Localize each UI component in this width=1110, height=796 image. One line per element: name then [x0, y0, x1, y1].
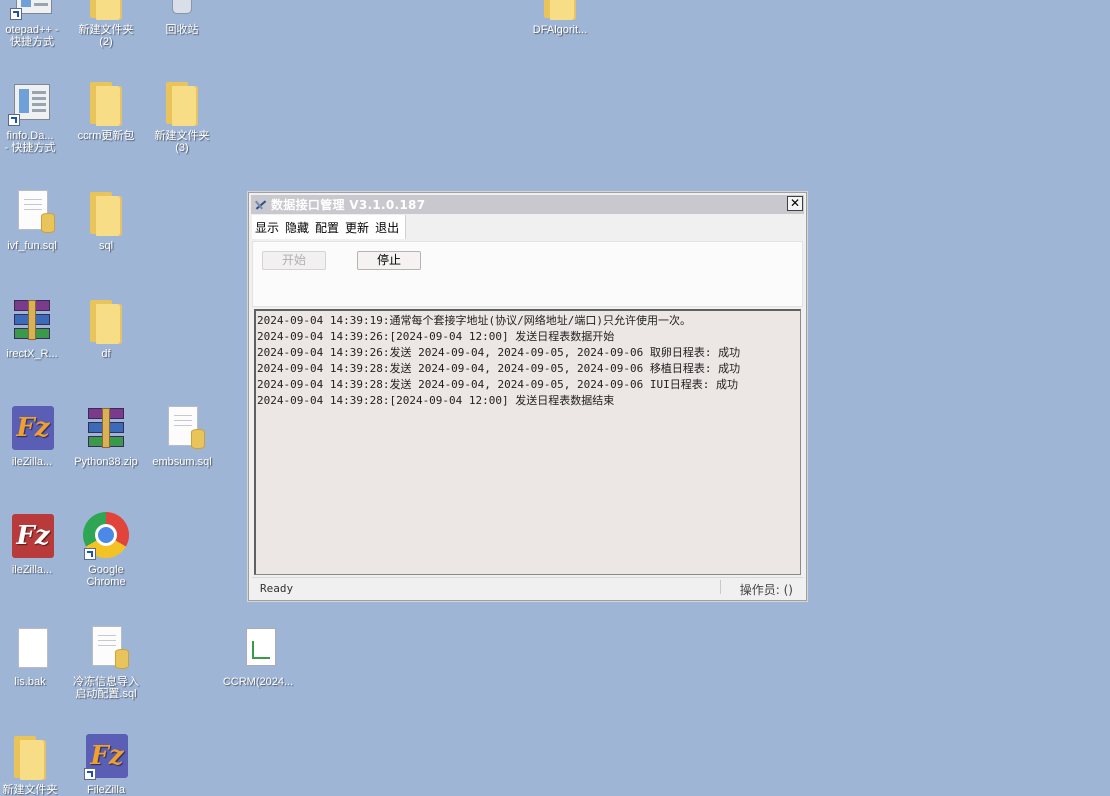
desktop-icon-new-folder[interactable]: 新建文件夹 [0, 732, 70, 796]
desktop-icon-label: 回收站 [165, 24, 199, 36]
desktop-icon-label: embsum.sql [152, 456, 212, 468]
data-interface-window: 数据接口管理 V3.1.0.187 ✕ 显示 隐藏 配置 更新 退出 开始 停止… [248, 192, 807, 601]
log-line: 2024-09-04 14:39:28:[2024-09-04 12:00] 发… [257, 394, 615, 407]
desktop-icon-label: 新建文件夹 (2) [78, 24, 134, 48]
log-output[interactable]: 2024-09-04 14:39:19:通常每个套接字地址(协议/网络地址/端口… [254, 309, 801, 575]
desktop-icon-label: sql [98, 240, 114, 252]
folder-icon [166, 82, 198, 126]
chart-file-icon [246, 628, 276, 666]
desktop-icon-label: 冷冻信息导入 启动配置.sql [73, 676, 139, 700]
folder-icon [90, 0, 122, 20]
status-bar: Ready 操作员: () [252, 577, 803, 598]
menu-show[interactable]: 显示 [252, 219, 282, 236]
desktop-icon-python38-zip[interactable]: Python38.zip [66, 404, 146, 468]
desktop-icon-label: Google Chrome [86, 564, 126, 588]
desktop-icon-google-chrome[interactable]: Google Chrome [66, 512, 146, 588]
desktop-icon-recycle-bin[interactable]: 回收站 [142, 0, 222, 36]
desktop-icon-label: ivf_fun.sql [7, 240, 57, 252]
desktop-icon-embsum-sql[interactable]: embsum.sql [142, 404, 222, 468]
control-panel: 开始 停止 [252, 241, 803, 307]
file-icon [18, 628, 48, 668]
shortcut-arrow-icon [10, 8, 22, 20]
filezilla-server-icon: Fz [12, 514, 54, 558]
shortcut-arrow-icon [84, 548, 96, 560]
desktop-icon-label: finfo.Da... - 快捷方式 [4, 130, 56, 154]
window-titlebar[interactable]: 数据接口管理 V3.1.0.187 ✕ [251, 195, 804, 214]
operator-label: 操作员: () [739, 583, 793, 597]
desktop-icon-label: ileZilla... [11, 456, 53, 468]
menu-config[interactable]: 配置 [312, 219, 342, 236]
desktop-icon-label: 新建文件夹 [2, 784, 58, 796]
folder-icon [90, 82, 122, 126]
menu-bar: 显示 隐藏 配置 更新 退出 [252, 215, 407, 239]
sql-file-icon [92, 626, 129, 669]
shortcut-arrow-icon [8, 114, 20, 126]
desktop-icon-frozen-info-sql[interactable]: 冷冻信息导入 启动配置.sql [66, 624, 146, 700]
desktop-icon-new-folder-2[interactable]: 新建文件夹 (2) [66, 0, 146, 48]
desktop-icon-filezilla-2[interactable]: Fz ileZilla... [0, 512, 72, 576]
desktop-icon-label: lis.bak [14, 676, 46, 688]
menu-hide[interactable]: 隐藏 [282, 219, 312, 236]
desktop-icon-sql-folder[interactable]: sql [66, 188, 146, 252]
desktop-icon-dfalgorit[interactable]: DFAlgorit... [520, 0, 600, 36]
start-button[interactable]: 开始 [262, 251, 326, 270]
folder-icon [544, 0, 576, 20]
log-line: 2024-09-04 14:39:28:发送 2024-09-04, 2024-… [257, 378, 738, 391]
window-title: 数据接口管理 V3.1.0.187 [271, 198, 426, 212]
desktop-icon-finfo-shortcut[interactable]: finfo.Da... - 快捷方式 [0, 78, 70, 154]
desktop-icon-lis-bak[interactable]: lis.bak [0, 624, 70, 688]
desktop-icon-label: CCRM(2024... [222, 676, 294, 688]
rar-archive-icon [88, 408, 124, 448]
sql-file-icon [168, 406, 205, 449]
stop-button[interactable]: 停止 [357, 251, 421, 270]
desktop-icon-label: df [101, 348, 111, 360]
rar-archive-icon [14, 300, 50, 340]
desktop-icon-label: otepad++ - 快捷方式 [5, 24, 59, 48]
menu-exit[interactable]: 退出 [372, 219, 402, 236]
desktop-icon-label: Python38.zip [74, 456, 138, 468]
desktop-icon-label: DFAlgorit... [532, 24, 588, 36]
log-line: 2024-09-04 14:39:19:通常每个套接字地址(协议/网络地址/端口… [257, 314, 691, 327]
desktop-icon-ccrm-update[interactable]: ccrm更新包 [66, 78, 146, 142]
desktop-icon-label: 新建文件夹 (3) [154, 130, 210, 154]
status-separator [720, 580, 721, 594]
folder-icon [90, 300, 122, 344]
recycle-bin-icon [172, 0, 192, 14]
sql-file-icon [18, 190, 55, 233]
log-line: 2024-09-04 14:39:26:发送 2024-09-04, 2024-… [257, 346, 741, 359]
desktop-icon-label: ileZilla... [11, 564, 53, 576]
shortcut-arrow-icon [84, 768, 96, 780]
desktop-icon-directx-rar[interactable]: irectX_R... [0, 296, 72, 360]
desktop-icon-df-folder[interactable]: df [66, 296, 146, 360]
desktop-icon-new-folder-3[interactable]: 新建文件夹 (3) [142, 78, 222, 154]
desktop-icon-filezilla-3[interactable]: Fz FileZilla [66, 732, 146, 796]
desktop-icon-ivf-fun-sql[interactable]: ivf_fun.sql [0, 188, 72, 252]
desktop-icon-label: irectX_R... [6, 348, 58, 360]
desktop-icon-label: ccrm更新包 [77, 130, 135, 142]
status-text: Ready [260, 582, 294, 595]
log-line: 2024-09-04 14:39:26:[2024-09-04 12:00] 发… [257, 330, 615, 343]
pickaxe-app-icon [253, 198, 269, 212]
folder-icon [90, 192, 122, 236]
folder-icon [14, 736, 46, 780]
desktop-icon-notepad-shortcut[interactable]: otepad++ - 快捷方式 [0, 0, 72, 48]
desktop-icon-label: FileZilla [87, 784, 125, 796]
menu-update[interactable]: 更新 [342, 219, 372, 236]
desktop-icon-filezilla-1[interactable]: Fz ileZilla... [0, 404, 72, 468]
log-line: 2024-09-04 14:39:28:发送 2024-09-04, 2024-… [257, 362, 741, 375]
close-button[interactable]: ✕ [787, 196, 803, 211]
filezilla-icon: Fz [12, 406, 54, 450]
desktop-icon-ccrm-2024[interactable]: CCRM(2024... [218, 624, 298, 688]
